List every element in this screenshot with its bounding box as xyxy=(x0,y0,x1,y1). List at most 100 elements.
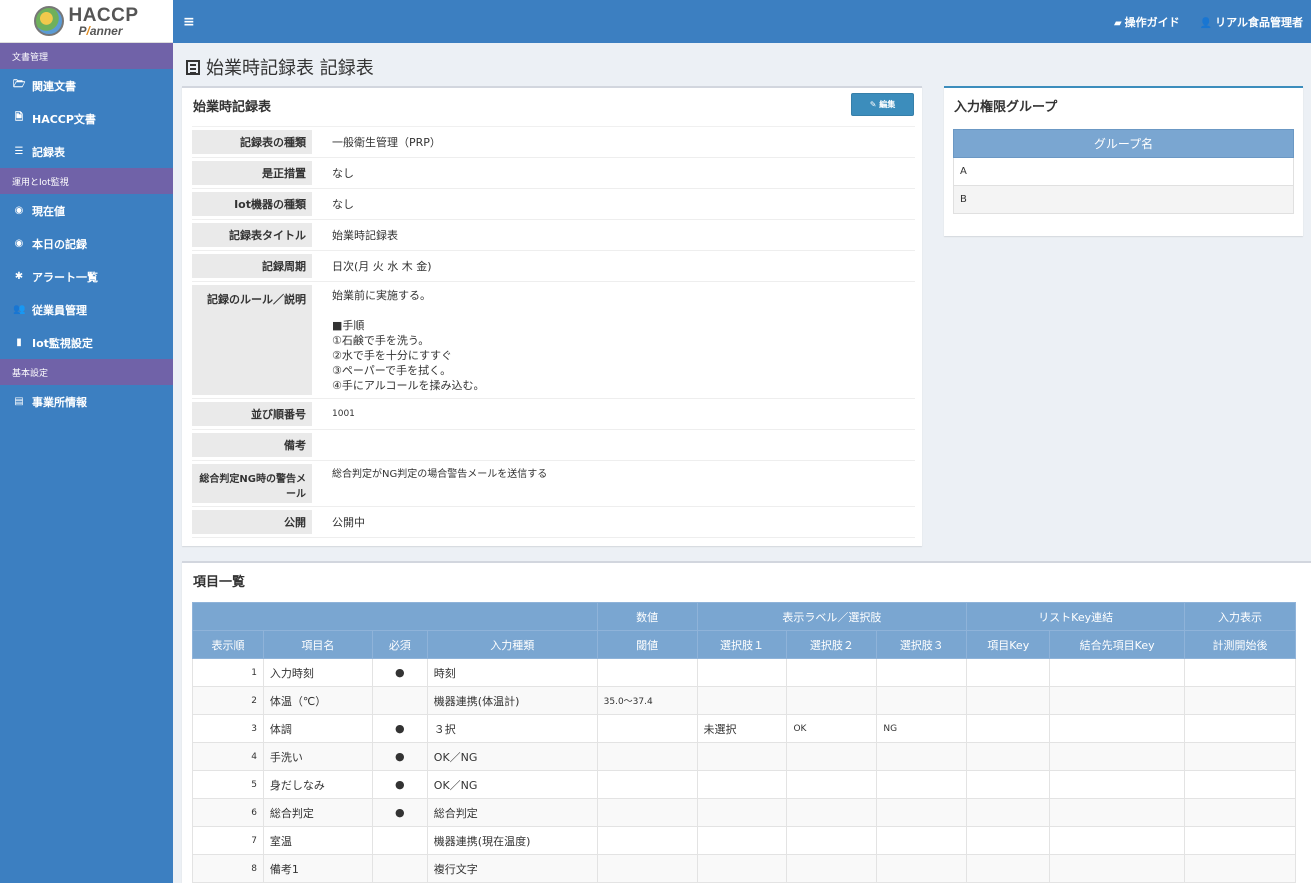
cell-type: OK／NG xyxy=(426,770,598,799)
cell-order: 5 xyxy=(192,770,264,799)
edit-button[interactable]: ✎ 編集 xyxy=(851,93,914,116)
sidebar-item-iot-settings[interactable]: ▮ Iot監視設定 xyxy=(0,326,173,359)
operation-guide-link[interactable]: ▰ 操作ガイド xyxy=(1114,14,1180,30)
globe-logo-icon xyxy=(34,6,65,36)
cell-c1 xyxy=(696,658,788,687)
cell-empty xyxy=(1184,798,1296,827)
table-row[interactable]: 3 体調 ● ３択 未選択 OK NG xyxy=(192,714,1296,743)
detail-row: 是正措置 なし xyxy=(192,158,915,189)
cell-order: 4 xyxy=(192,742,264,771)
cell-empty xyxy=(966,714,1051,743)
sidebar-item-alerts[interactable]: ✱ アラート一覧 xyxy=(0,260,173,293)
cell-name: 体温（℃） xyxy=(262,686,373,715)
column-header: 入力種類 xyxy=(426,630,598,659)
cell-type: 機器連携(体温計) xyxy=(426,686,598,715)
table-row[interactable]: 5 身だしなみ ● OK／NG xyxy=(192,770,1296,799)
cell-threshold xyxy=(596,742,698,771)
table-row[interactable]: 7 室温 機器連携(現在温度) xyxy=(192,826,1296,855)
cell-order: 8 xyxy=(192,854,264,883)
column-header: 項目名 xyxy=(262,630,373,659)
cell-required xyxy=(371,686,428,715)
sidebar-item-records[interactable]: ☰ 記録表 xyxy=(0,135,173,168)
cell-name: 体調 xyxy=(262,714,373,743)
table-row[interactable]: B xyxy=(953,185,1294,214)
logo-text-planner: P/anner xyxy=(78,23,123,38)
sidebar-section-basic-settings: 基本設定 xyxy=(0,359,173,385)
cell-c2 xyxy=(786,686,878,715)
gear-icon: ✱ xyxy=(14,271,24,282)
cell-required: ● xyxy=(371,658,428,687)
cell-empty xyxy=(1049,658,1186,687)
cell-order: 2 xyxy=(192,686,264,715)
cell-empty xyxy=(966,770,1051,799)
cell-empty xyxy=(1049,770,1186,799)
cell-type: ３択 xyxy=(426,714,598,743)
detail-row: 記録周期 日次(月 火 水 木 金) xyxy=(192,251,915,282)
detail-row: 記録表の種類 一般衛生管理（PRP） xyxy=(192,127,915,158)
eye-icon: ◉ xyxy=(14,238,24,249)
cell-name: 備考1 xyxy=(262,854,373,883)
cell-name: 総合判定 xyxy=(262,798,373,827)
cell-c2 xyxy=(786,742,878,771)
items-table: 数値 表示ラベル／選択肢 リストKey連結 入力表示 表示順 項目名 必須 入力… xyxy=(192,602,1296,883)
detail-row: 総合判定NG時の警告メール 総合判定がNG判定の場合警告メールを送信する xyxy=(192,461,915,507)
column-header: 表示順 xyxy=(192,630,264,659)
sidebar-item-haccp-docs[interactable]: 🗎 HACCP文書 xyxy=(0,102,173,135)
group-header: 数値 xyxy=(596,602,698,631)
cell-empty xyxy=(1184,854,1296,883)
cell-threshold xyxy=(596,798,698,827)
column-header: 必須 xyxy=(371,630,428,659)
column-header: 選択肢２ xyxy=(786,630,878,659)
table-row[interactable]: 8 備考1 複行文字 xyxy=(192,854,1296,883)
cell-required xyxy=(371,826,428,855)
user-menu[interactable]: 👤 リアル食品管理者 xyxy=(1200,14,1303,30)
cell-required xyxy=(371,854,428,883)
logo[interactable]: HACCP P/anner xyxy=(0,0,173,43)
cell-order: 6 xyxy=(192,798,264,827)
list-alt-icon xyxy=(186,59,200,75)
sidebar-item-today-records[interactable]: ◉ 本日の記録 xyxy=(0,227,173,260)
detail-row: 備考 xyxy=(192,430,915,461)
column-header: グループ名 xyxy=(953,129,1294,158)
cell-type: 総合判定 xyxy=(426,798,598,827)
cell-c3 xyxy=(876,770,968,799)
sidebar-item-current-values[interactable]: ◉ 現在値 xyxy=(0,194,173,227)
table-row[interactable]: 6 総合判定 ● 総合判定 xyxy=(192,798,1296,827)
building-icon: ▤ xyxy=(14,396,24,407)
hamburger-menu-icon[interactable]: ≡ xyxy=(183,14,195,30)
cell-c3 xyxy=(876,798,968,827)
cell-threshold xyxy=(596,854,698,883)
cell-type: OK／NG xyxy=(426,742,598,771)
cell-name: 手洗い xyxy=(262,742,373,771)
permission-table: グループ名 A B xyxy=(953,129,1294,214)
sidebar-item-office-info[interactable]: ▤ 事業所情報 xyxy=(0,385,173,418)
cell-name: 室温 xyxy=(262,826,373,855)
input-permission-box: 入力権限グループ グループ名 A B xyxy=(944,86,1303,236)
sidebar-item-employees[interactable]: 👥 従業員管理 xyxy=(0,293,173,326)
table-row[interactable]: 1 入力時刻 ● 時刻 xyxy=(192,658,1296,687)
cell-empty xyxy=(966,798,1051,827)
cell-c3 xyxy=(876,854,968,883)
cell-threshold xyxy=(596,770,698,799)
cell-threshold xyxy=(596,826,698,855)
detail-row: 記録表タイトル 始業時記録表 xyxy=(192,220,915,251)
cell-name: 入力時刻 xyxy=(262,658,373,687)
folder-open-icon: 🗁 xyxy=(13,79,26,90)
table-row[interactable]: 4 手洗い ● OK／NG xyxy=(192,742,1296,771)
cell-order: 1 xyxy=(192,658,264,687)
cell-empty xyxy=(1049,742,1186,771)
item-list-box: 項目一覧 数値 表示ラベル／選択肢 リストKey連結 入力表示 表示順 項目名 … xyxy=(182,561,1311,883)
user-icon: 👤 xyxy=(1199,17,1213,29)
table-row[interactable]: A xyxy=(953,157,1294,186)
cell-empty xyxy=(966,658,1051,687)
column-header: 選択肢３ xyxy=(876,630,968,659)
cell-type: 時刻 xyxy=(426,658,598,687)
table-row[interactable]: 2 体温（℃） 機器連携(体温計) 35.0～37.4 xyxy=(192,686,1296,715)
book-icon: ▰ xyxy=(1113,17,1122,29)
cell-required: ● xyxy=(371,742,428,771)
sidebar-item-related-docs[interactable]: 🗁 関連文書 xyxy=(0,69,173,102)
cell-c2 xyxy=(786,798,878,827)
cell-c1 xyxy=(696,854,788,883)
cell-empty xyxy=(966,826,1051,855)
cell-empty xyxy=(1049,798,1186,827)
